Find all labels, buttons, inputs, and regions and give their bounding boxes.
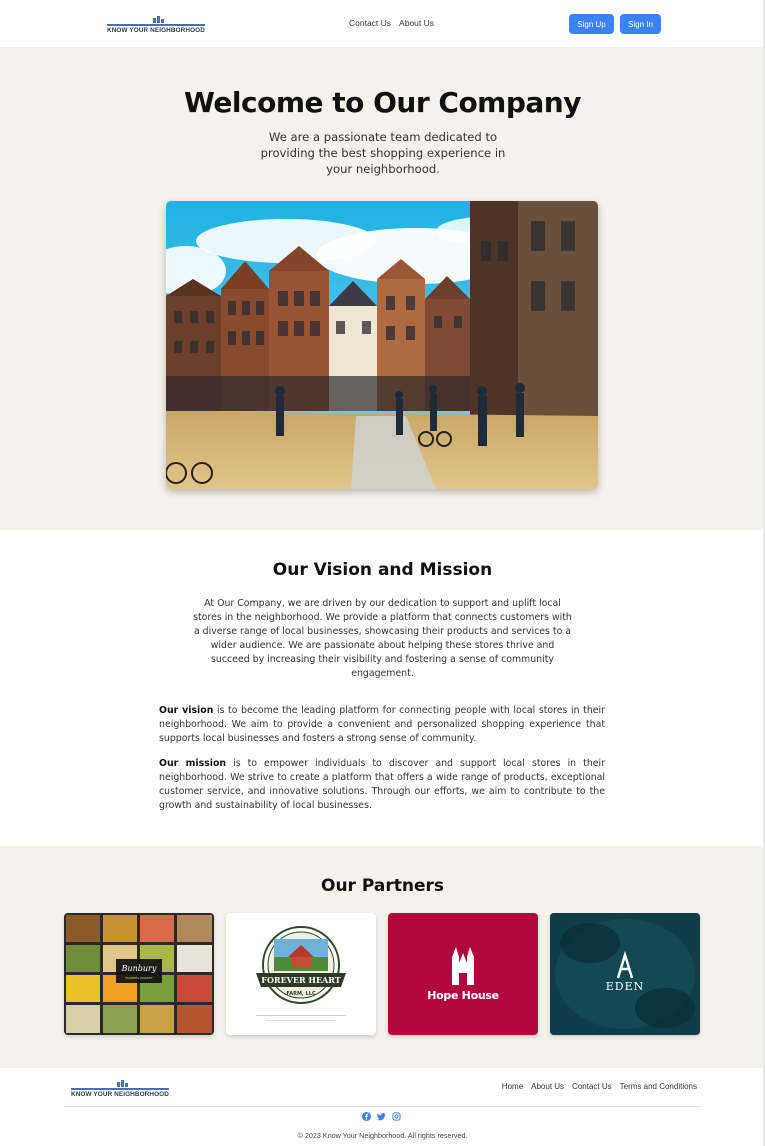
footer-nav-about-us[interactable]: About Us — [531, 1082, 564, 1091]
partner-name-forever-heart: FOREVER HEART — [261, 975, 341, 985]
partner-name-hope-house: Hope House — [427, 989, 499, 1002]
copyright-text: © 2023 Know Your Neighborhood. All right… — [297, 1131, 468, 1140]
vision-text: is to become the leading platform for co… — [159, 705, 605, 744]
partner-name-bunbury: Bunbury — [121, 964, 157, 973]
logo-houses-icon — [153, 16, 164, 23]
social-links — [362, 1112, 401, 1121]
footer-brand-name: KNOW YOUR NEIGHBORHOOD — [71, 1091, 169, 1098]
footer-nav-contact-us[interactable]: Contact Us — [572, 1082, 612, 1091]
mission-text: is to empower individuals to discover an… — [159, 758, 605, 811]
town-square-photo — [166, 201, 598, 489]
logo-houses-icon — [117, 1080, 128, 1087]
partner-card-bunbury[interactable]: Bunbury FARMERS MARKET — [64, 913, 214, 1035]
site-header: KNOW YOUR NEIGHBORHOOD Contact Us About … — [0, 0, 765, 48]
footer-nav-terms[interactable]: Terms and Conditions — [620, 1082, 697, 1091]
vision-title: Our Vision and Mission — [272, 560, 493, 580]
partner-name-eden: EDEN — [606, 980, 645, 993]
partner-card-forever-heart[interactable]: FOREVER HEART FARM, LLC — [226, 913, 376, 1035]
twitter-icon[interactable] — [377, 1112, 386, 1121]
brand-name: KNOW YOUR NEIGHBORHOOD — [107, 27, 205, 34]
vision-paragraph: Our vision is to become the leading plat… — [159, 704, 605, 746]
footer-brand-logo[interactable]: KNOW YOUR NEIGHBORHOOD — [71, 1080, 169, 1098]
nav-about-us[interactable]: About Us — [399, 18, 434, 28]
instagram-icon[interactable] — [392, 1112, 401, 1121]
facebook-icon[interactable] — [362, 1112, 371, 1121]
sign-in-button[interactable]: Sign In — [620, 14, 661, 34]
brand-logo[interactable]: KNOW YOUR NEIGHBORHOOD — [107, 16, 205, 34]
vision-intro: At Our Company, we are driven by our ded… — [193, 598, 572, 679]
mission-label: Our mission — [159, 758, 227, 769]
hope-house-logo-icon — [452, 947, 474, 985]
partner-sub-bunbury: FARMERS MARKET — [125, 976, 153, 980]
hero-title: Welcome to Our Company — [184, 86, 581, 119]
nav-contact-us[interactable]: Contact Us — [349, 18, 391, 28]
partners-title: Our Partners — [321, 876, 444, 896]
footer-nav: Home About Us Contact Us Terms and Condi… — [502, 1082, 697, 1091]
partner-sub-forever-heart: FARM, LLC — [286, 991, 316, 997]
vision-label: Our vision — [159, 705, 214, 716]
footer-divider — [64, 1106, 700, 1107]
partner-card-eden[interactable]: EDEN — [550, 913, 700, 1035]
header-nav: Contact Us About Us — [349, 18, 434, 28]
partner-card-hope-house[interactable]: Hope House — [388, 913, 538, 1035]
hero-subtitle: We are a passionate team dedicated to pr… — [260, 130, 506, 176]
mission-paragraph: Our mission is to empower individuals to… — [159, 757, 605, 813]
footer-nav-home[interactable]: Home — [502, 1082, 523, 1091]
sign-up-button[interactable]: Sign Up — [569, 14, 614, 34]
